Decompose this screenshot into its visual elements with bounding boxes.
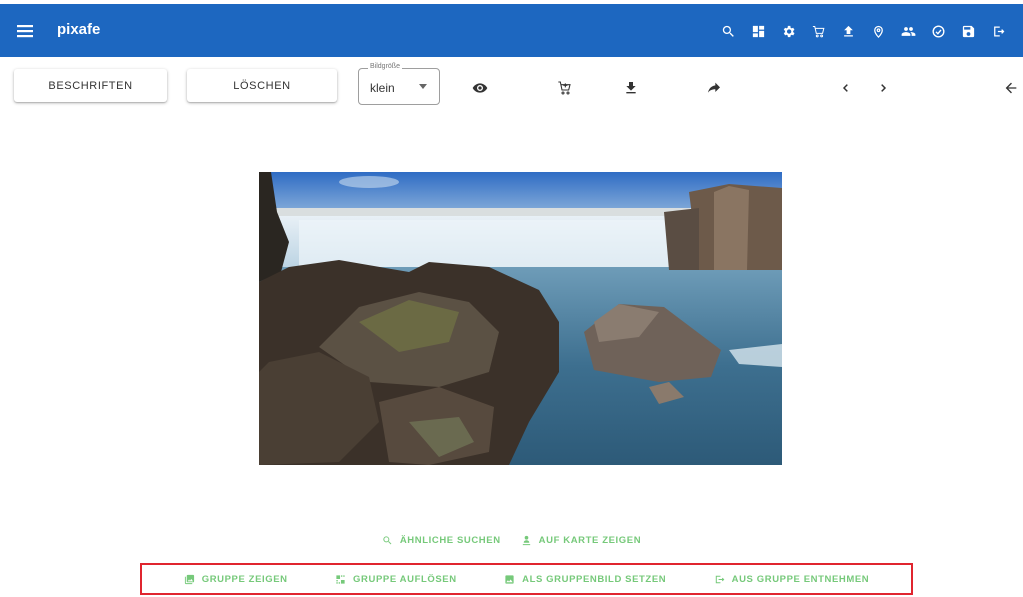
add-to-cart-icon[interactable] [554, 77, 576, 99]
settings-icon[interactable] [773, 17, 803, 45]
loeschen-button[interactable]: LÖSCHEN [187, 69, 337, 102]
share-icon[interactable] [703, 77, 725, 99]
image-size-select[interactable]: Bildgröße klein [358, 63, 440, 105]
people-icon[interactable] [893, 17, 923, 45]
remove-from-group-button[interactable]: AUS GRUPPE ENTNEHMEN [714, 574, 870, 585]
dissolve-group-button[interactable]: GRUPPE AUFLÖSEN [335, 574, 457, 585]
show-on-map-label: AUF KARTE ZEIGEN [538, 534, 642, 546]
eye-icon[interactable] [469, 77, 491, 99]
app-bar: pixafe [0, 0, 1023, 57]
set-group-image-label: ALS GRUPPENBILD SETZEN [522, 573, 667, 585]
top-toolbar [713, 17, 1013, 45]
person-pin-icon [522, 535, 530, 545]
dropdown-arrow-icon [419, 84, 427, 89]
remove-from-group-label: AUS GRUPPE ENTNEHMEN [731, 573, 870, 585]
back-arrow-icon[interactable] [1000, 77, 1022, 99]
search-icon [383, 535, 392, 544]
search-icon[interactable] [713, 17, 743, 45]
show-group-label: GRUPPE ZEIGEN [201, 573, 288, 585]
location-icon[interactable] [863, 17, 893, 45]
photo-library-icon [184, 574, 194, 584]
main-image [259, 172, 782, 465]
logout-icon[interactable] [983, 17, 1013, 45]
similar-search-label: ÄHNLICHE SUCHEN [399, 534, 501, 546]
dissolve-group-label: GRUPPE AUFLÖSEN [353, 573, 457, 585]
save-icon[interactable] [953, 17, 983, 45]
exit-icon [715, 575, 724, 583]
app-title: pixafe [57, 21, 101, 38]
ungroup-icon [336, 574, 345, 584]
image-toolbar: BESCHRIFTEN LÖSCHEN Bildgröße klein [0, 57, 1023, 113]
previous-image-icon[interactable] [835, 77, 857, 99]
image-size-value: klein [370, 81, 395, 95]
next-image-icon[interactable] [872, 77, 894, 99]
show-on-map-button[interactable]: AUF KARTE ZEIGEN [521, 535, 642, 546]
check-circle-icon[interactable] [923, 17, 953, 45]
dashboard-icon[interactable] [743, 17, 773, 45]
upload-icon[interactable] [833, 17, 863, 45]
image-actions: ÄHNLICHE SUCHEN AUF KARTE ZEIGEN [0, 531, 1023, 549]
cart-icon[interactable] [803, 17, 833, 45]
beschriften-button[interactable]: BESCHRIFTEN [14, 69, 167, 102]
menu-icon[interactable] [12, 19, 38, 43]
show-group-button[interactable]: GRUPPE ZEIGEN [184, 574, 288, 585]
image-icon [505, 574, 514, 584]
download-icon[interactable] [620, 77, 642, 99]
group-actions-highlight: GRUPPE ZEIGEN GRUPPE AUFLÖSEN ALS GRUPPE… [140, 563, 913, 595]
similar-search-button[interactable]: ÄHNLICHE SUCHEN [382, 535, 501, 546]
set-group-image-button[interactable]: ALS GRUPPENBILD SETZEN [504, 574, 666, 585]
image-size-legend: Bildgröße [368, 63, 402, 70]
